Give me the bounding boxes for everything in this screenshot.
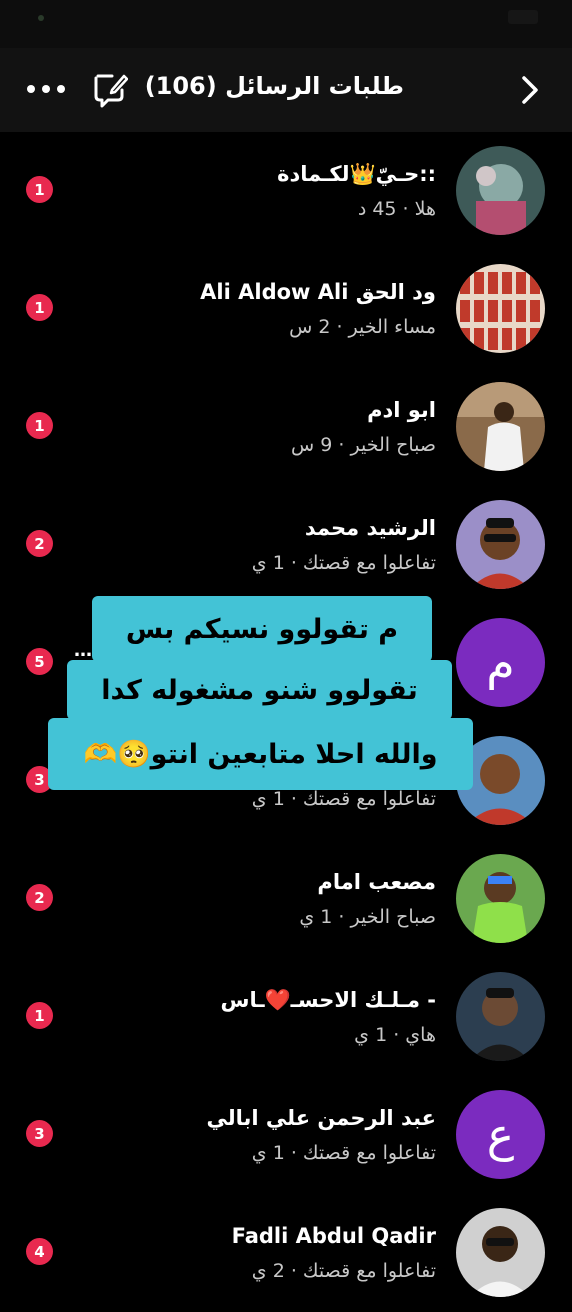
- avatar: [456, 264, 545, 353]
- compose-chat-icon[interactable]: [90, 70, 128, 108]
- overlay-caption-line-1: م تقولوو نسيكم بس: [92, 596, 432, 662]
- chevron-right-icon[interactable]: [518, 74, 542, 106]
- avatar: [456, 1208, 545, 1297]
- sender-name: مصعب امام: [317, 870, 436, 894]
- list-item[interactable]: مصعب امام صباح الخير · 1 ي 2: [0, 840, 572, 958]
- message-preview: تفاعلوا مع قصتك · 1 ي: [251, 1142, 436, 1164]
- unread-badge: 2: [26, 530, 53, 557]
- sender-name: ابو ادم: [367, 398, 436, 422]
- sender-name: الرشيد محمد: [304, 516, 436, 540]
- list-item[interactable]: الرشيد محمد تفاعلوا مع قصتك · 1 ي 2: [0, 486, 572, 604]
- unread-badge: 1: [26, 176, 53, 203]
- sender-name: - مـلـك الاحسـ❤️ـاس: [220, 988, 436, 1012]
- list-item[interactable]: Fadli Abdul Qadir تفاعلوا مع قصتك · 2 ي …: [0, 1194, 572, 1312]
- list-item[interactable]: - مـلـك الاحسـ❤️ـاس هاي · 1 ي 1: [0, 958, 572, 1076]
- unread-badge: 4: [26, 1238, 53, 1265]
- sender-name: Fadli Abdul Qadir: [231, 1224, 436, 1248]
- unread-badge: 1: [26, 294, 53, 321]
- message-preview: هلا · 45 د: [357, 198, 436, 220]
- overlay-caption-line-2: تقولوو شنو مشغوله كدا: [67, 660, 452, 720]
- message-preview: مساء الخير · 2 س: [289, 316, 436, 338]
- list-item[interactable]: ع عبد الرحمن علي ابالي تفاعلوا مع قصتك ·…: [0, 1076, 572, 1194]
- request-count: (106): [144, 72, 217, 100]
- unread-badge: 5: [26, 648, 53, 675]
- message-preview: صباح الخير · 9 س: [291, 434, 436, 456]
- message-preview: هاي · 1 ي: [354, 1024, 436, 1046]
- avatar: [456, 500, 545, 589]
- more-dots-icon[interactable]: [26, 84, 66, 94]
- avatar: ع: [456, 1090, 545, 1179]
- avatar: [456, 854, 545, 943]
- status-bar: [0, 0, 572, 48]
- truncated-ellipsis: …: [74, 640, 92, 661]
- top-bar: طلبات الرسائل (106): [0, 48, 572, 132]
- avatar: [456, 972, 545, 1061]
- unread-badge: 1: [26, 1002, 53, 1029]
- message-preview: صباح الخير · 1 ي: [299, 906, 436, 928]
- page-title-text: طلبات الرسائل: [225, 72, 404, 100]
- list-item[interactable]: ود الحق Ali Aldow Ali مساء الخير · 2 س 1: [0, 250, 572, 368]
- list-item[interactable]: ::حـيّ👑لكـمادة هلا · 45 د 1: [0, 132, 572, 250]
- status-indicator: [508, 10, 538, 24]
- status-dot: [38, 15, 44, 21]
- sender-name: ود الحق Ali Aldow Ali: [200, 280, 436, 304]
- unread-badge: 3: [26, 1120, 53, 1147]
- unread-badge: 1: [26, 412, 53, 439]
- avatar: [456, 146, 545, 235]
- sender-name: ::حـيّ👑لكـمادة: [277, 162, 436, 186]
- unread-badge: 2: [26, 884, 53, 911]
- overlay-caption-line-3: والله احلا متابعين انتو🥺🫶: [48, 718, 473, 790]
- avatar: [456, 382, 545, 471]
- list-item[interactable]: ابو ادم صباح الخير · 9 س 1: [0, 368, 572, 486]
- sender-name: عبد الرحمن علي ابالي: [206, 1106, 436, 1130]
- message-preview: تفاعلوا مع قصتك · 2 ي: [251, 1260, 436, 1282]
- message-preview: تفاعلوا مع قصتك · 1 ي: [251, 788, 436, 810]
- avatar: م: [456, 618, 545, 707]
- message-preview: تفاعلوا مع قصتك · 1 ي: [251, 552, 436, 574]
- page-title: طلبات الرسائل (106): [145, 72, 404, 100]
